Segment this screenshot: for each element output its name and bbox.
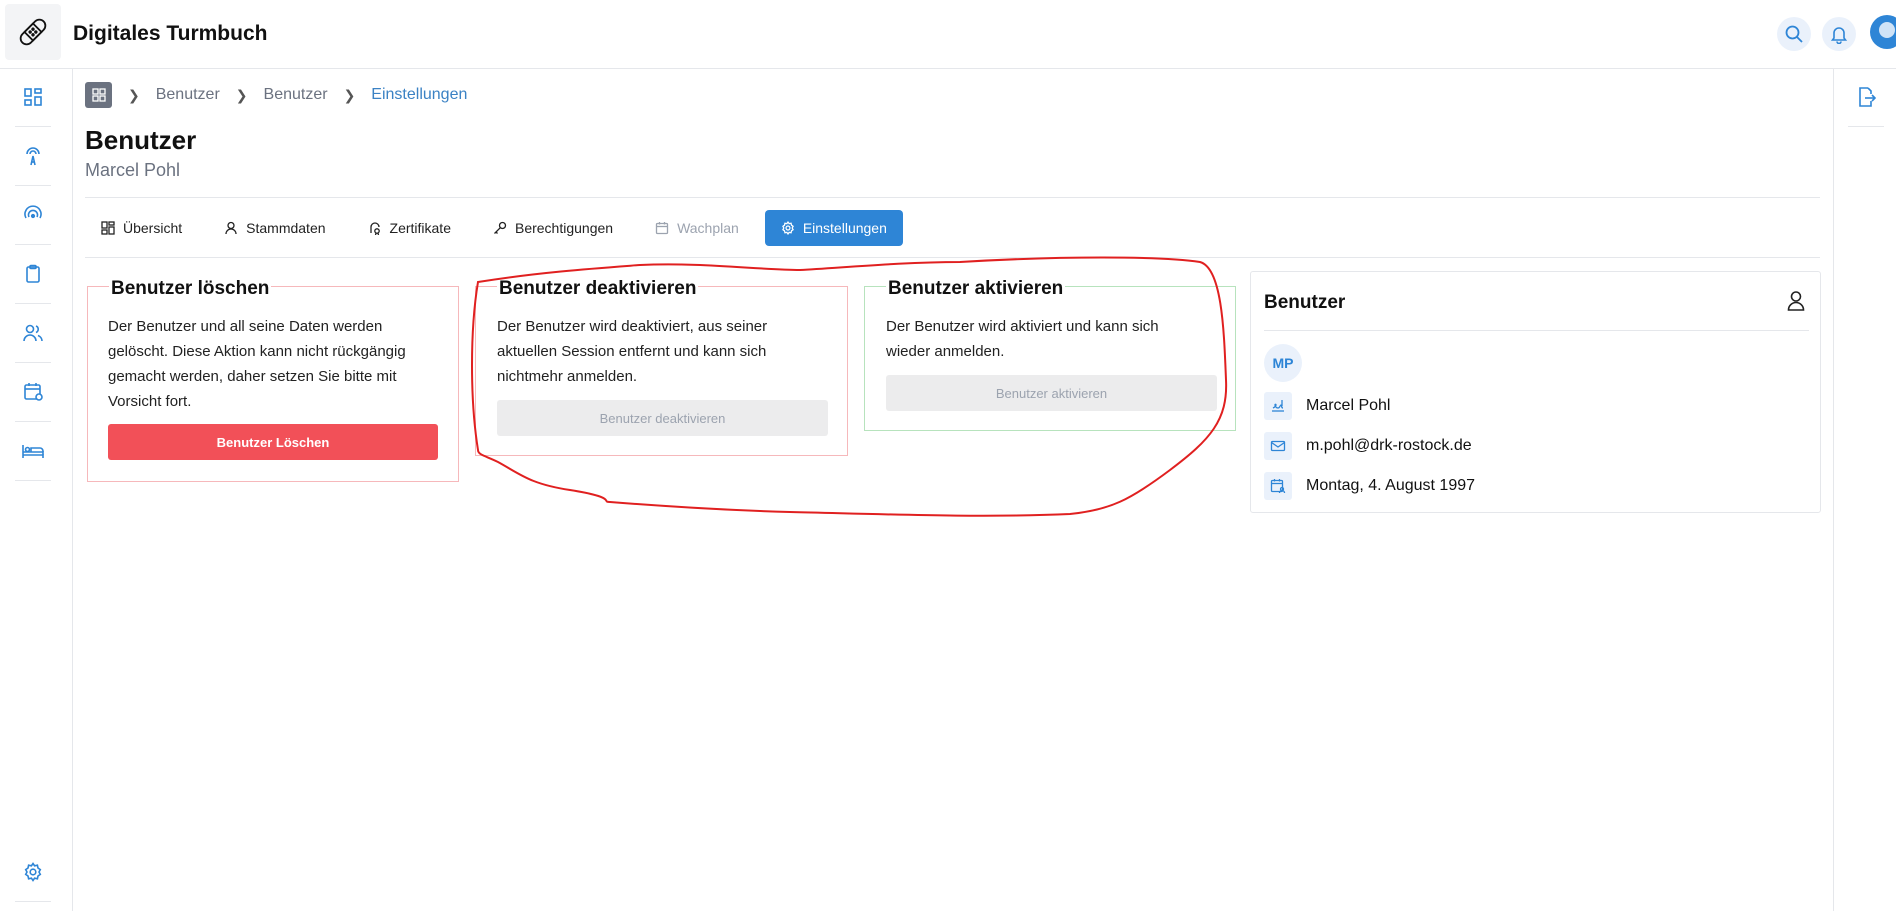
divider <box>85 197 1820 198</box>
signal-icon <box>24 205 42 219</box>
sidebar-item-clipboard[interactable] <box>15 259 51 289</box>
mail-icon <box>1264 432 1292 460</box>
search-icon <box>1785 25 1803 43</box>
user-email-row: m.pohl@drk-rostock.de <box>1264 432 1472 460</box>
sidebar-divider <box>15 244 51 245</box>
sidebar-divider <box>15 901 51 902</box>
chevron-right-icon: ❯ <box>343 86 356 103</box>
sidebar-divider <box>15 362 51 363</box>
sidebar-item-bed[interactable] <box>15 436 51 466</box>
user-birthday: Montag, 4. August 1997 <box>1306 477 1476 494</box>
gear-icon <box>24 862 42 882</box>
tab-label: Zertifikate <box>389 220 451 236</box>
clipboard-icon <box>26 264 40 283</box>
top-bar: Digitales Turmbuch <box>0 0 1896 69</box>
calendar-icon <box>655 222 669 235</box>
page-title: Benutzer <box>85 125 197 155</box>
file-export-icon <box>1859 87 1876 107</box>
bell-icon <box>1830 27 1848 44</box>
tab-label: Stammdaten <box>246 220 326 236</box>
user-avatar[interactable] <box>1870 15 1896 49</box>
card-description: Der Benutzer und all seine Daten werden … <box>108 318 406 410</box>
app-logo[interactable] <box>5 4 61 60</box>
breadcrumb-item[interactable]: Benutzer <box>264 86 328 104</box>
breadcrumb-item[interactable]: Benutzer <box>156 86 220 104</box>
card-title: Benutzer aktivieren <box>886 278 1066 300</box>
sidebar-divider <box>15 480 51 481</box>
app-title: Digitales Turmbuch <box>73 22 268 45</box>
search-button[interactable] <box>1777 17 1811 51</box>
card-description: Der Benutzer wird deaktiviert, aus seine… <box>497 318 768 385</box>
sidebar-item-calendar[interactable] <box>15 377 51 407</box>
users-icon <box>23 324 43 342</box>
user-info-card: Benutzer MP Marcel Pohl m.pohl@drk-rosto… <box>1250 271 1821 513</box>
grid-icon <box>24 88 42 106</box>
sidebar-divider <box>15 421 51 422</box>
user-email[interactable]: m.pohl@drk-rostock.de <box>1306 437 1472 455</box>
divider <box>1264 330 1809 331</box>
tab-label: Berechtigungen <box>514 220 614 236</box>
tab-label: Einstellungen <box>802 220 887 236</box>
divider <box>85 257 1820 258</box>
card-title: Benutzer deaktivieren <box>497 278 699 300</box>
tab-berechtigungen[interactable]: Berechtigungen <box>477 210 629 246</box>
tower-signal-icon <box>26 147 40 166</box>
sidebar-item-radio-tower[interactable] <box>15 141 51 171</box>
tab-einstellungen[interactable]: Einstellungen <box>764 210 903 246</box>
breadcrumb: ❯ Benutzer ❯ Benutzer ❯ Einstellungen <box>85 82 467 108</box>
tab-wachplan: Wachplan <box>639 210 755 246</box>
user-icon <box>225 221 237 235</box>
tab-label: Wachplan <box>677 220 739 236</box>
tab-stammdaten[interactable]: Stammdaten <box>208 210 341 246</box>
sidebar-divider <box>1848 126 1884 127</box>
key-icon <box>494 221 507 234</box>
breadcrumb-item-current: Einstellungen <box>371 86 468 103</box>
delete-user-card: Benutzer löschen Der Benutzer und all se… <box>87 278 459 482</box>
chevron-right-icon: ❯ <box>128 86 140 103</box>
chevron-right-icon: ❯ <box>235 86 248 103</box>
tab-bar: Übersicht Stammdaten Zertifikate Berecht… <box>85 210 903 246</box>
tab-label: Übersicht <box>123 220 183 236</box>
certificate-icon <box>369 222 380 235</box>
sidebar-item-dashboard[interactable] <box>15 82 51 112</box>
gear-icon <box>781 221 794 235</box>
bandage-icon <box>19 18 47 46</box>
delete-user-button[interactable]: Benutzer Löschen <box>108 424 438 460</box>
sidebar-divider <box>15 126 51 127</box>
deactivate-user-button[interactable]: Benutzer deaktivieren <box>497 400 828 436</box>
sidebar-item-settings[interactable] <box>15 857 51 887</box>
deactivate-user-card: Benutzer deaktivieren Der Benutzer wird … <box>475 278 848 456</box>
activate-user-card: Benutzer aktivieren Der Benutzer wird ak… <box>864 278 1236 431</box>
calendar-user-icon <box>1264 472 1292 500</box>
avatar-initials: MP <box>1264 344 1302 382</box>
card-title: Benutzer löschen <box>109 278 272 300</box>
sidebar-divider <box>15 303 51 304</box>
breadcrumb-home[interactable] <box>85 82 112 108</box>
user-name: Marcel Pohl <box>1306 397 1391 414</box>
bed-icon <box>22 445 44 458</box>
sidebar-item-signal[interactable] <box>15 200 51 230</box>
grid-icon <box>91 88 106 102</box>
right-bar <box>1833 69 1896 911</box>
notifications-button[interactable] <box>1822 17 1856 51</box>
user-name-row: Marcel Pohl <box>1264 392 1390 420</box>
logout-button[interactable] <box>1848 82 1884 112</box>
tab-zertifikate[interactable]: Zertifikate <box>352 210 467 246</box>
calendar-pin-icon <box>24 383 43 401</box>
card-title: Benutzer <box>1264 292 1346 313</box>
sidebar-item-users[interactable] <box>15 318 51 348</box>
signature-icon <box>1264 392 1292 420</box>
sidebar-divider <box>15 185 51 186</box>
activate-user-button[interactable]: Benutzer aktivieren <box>886 375 1217 411</box>
sidebar <box>0 69 73 911</box>
user-icon <box>1787 291 1805 311</box>
tab-uebersicht[interactable]: Übersicht <box>85 210 198 246</box>
card-description: Der Benutzer wird aktiviert und kann sic… <box>886 318 1159 360</box>
user-birthday-row: Montag, 4. August 1997 <box>1264 472 1475 500</box>
grid-icon <box>101 221 115 235</box>
page-subtitle: Marcel Pohl <box>85 160 181 180</box>
